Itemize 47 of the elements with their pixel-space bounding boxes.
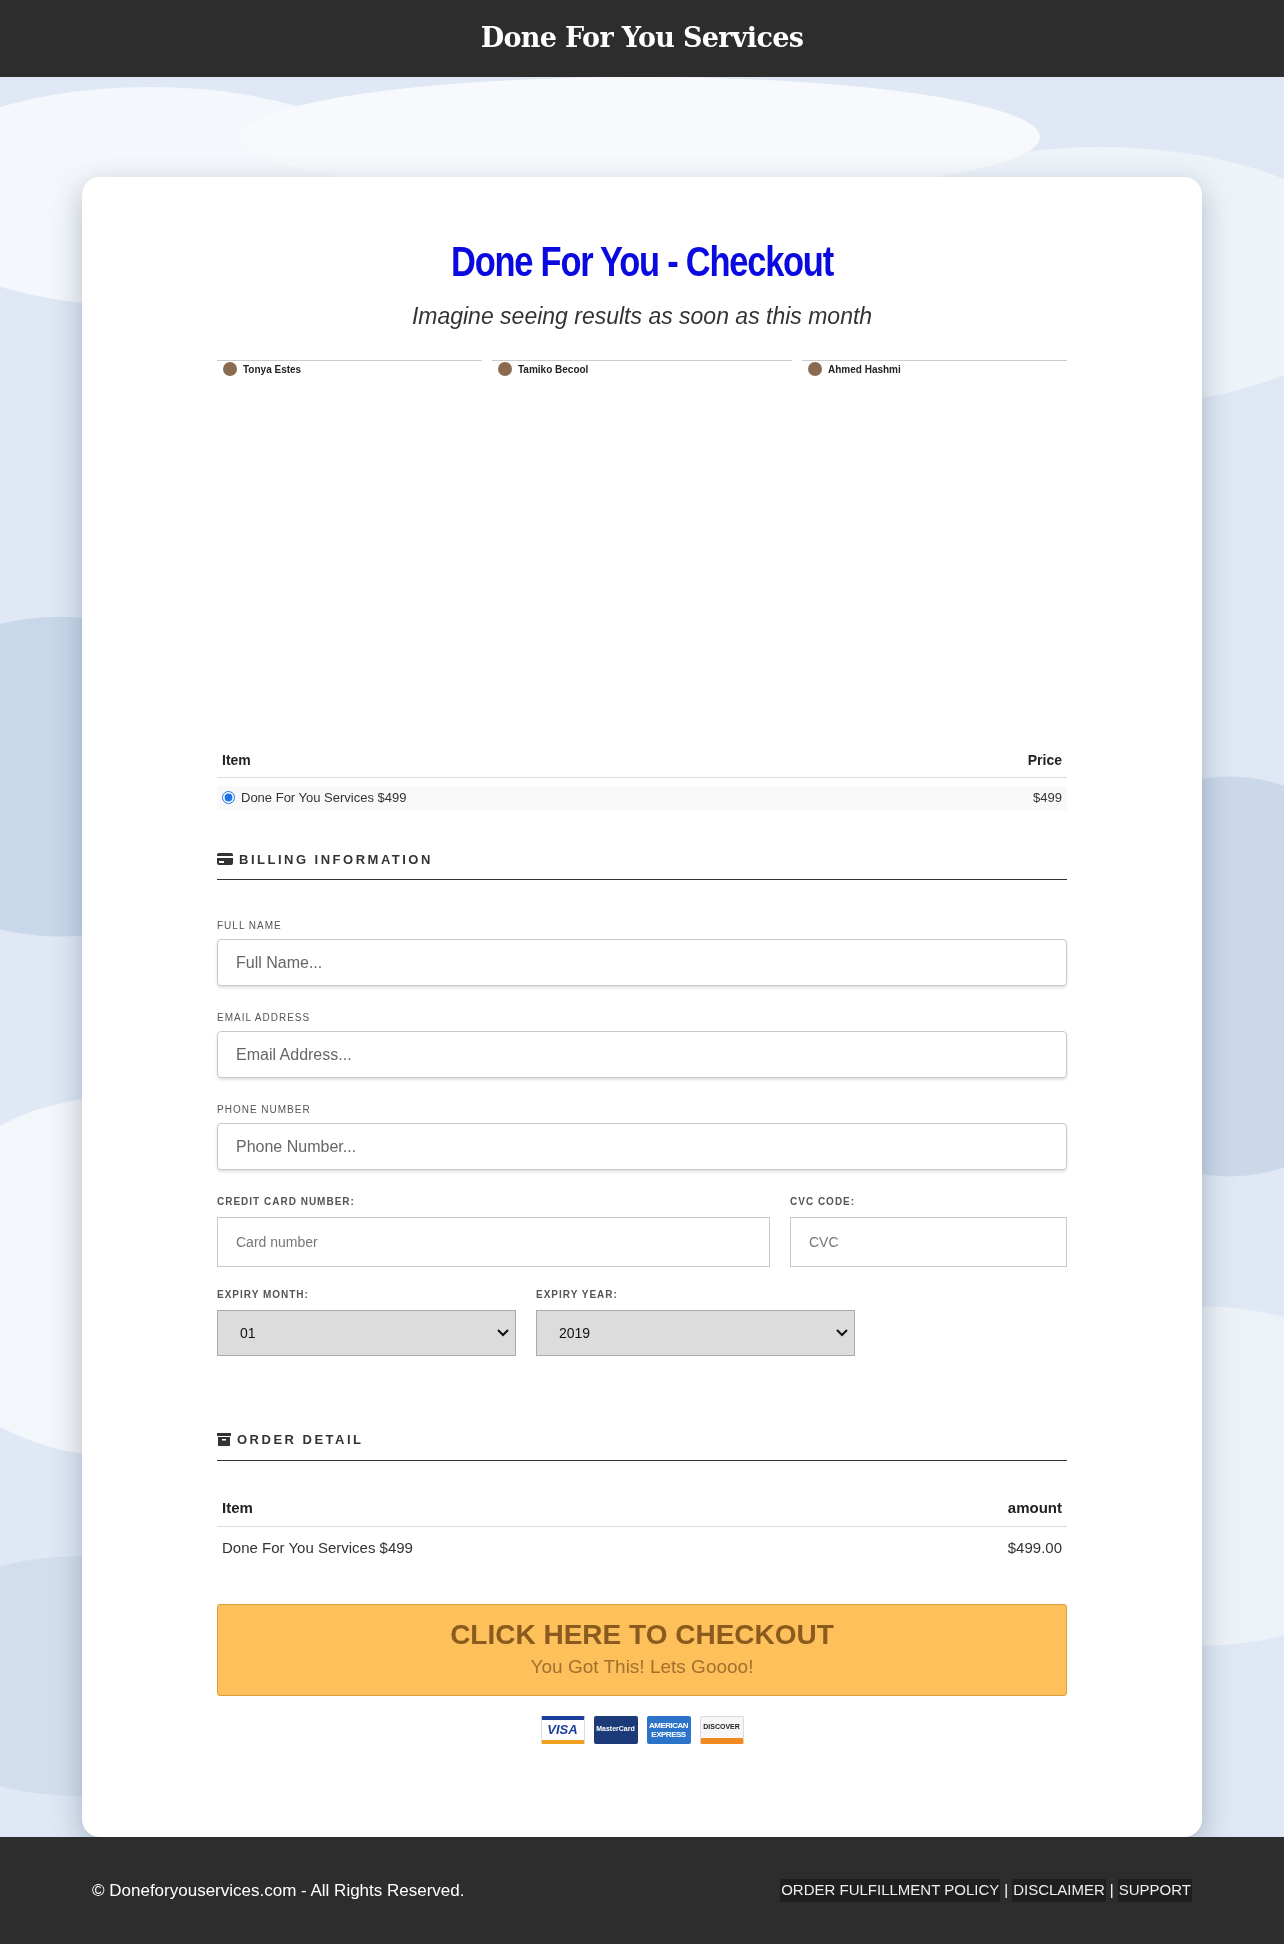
avatar-icon [223,362,237,376]
field-label: CVC CODE: [790,1195,857,1209]
copyright-text: © Doneforyouservices.com - All Rights Reserved. [92,1879,465,1902]
author-name: Ahmed Hashmi [828,362,901,377]
checkout-button[interactable]: CLICK HERE TO CHECKOUT You Got This! Lets Goooo! [217,1603,1067,1696]
product-label: Done For You Services $499 [241,788,407,807]
author-name: Tamiko Becool [518,362,589,377]
link-separator: | [1109,1880,1114,1901]
card-number-field[interactable]: Card number [217,1217,770,1267]
cvc-field[interactable]: CVC [790,1217,1067,1267]
field-label: EXPIRY MONTH: [217,1288,310,1302]
field-label: PHONE NUMBER [217,1103,312,1117]
chevron-down-icon [497,1329,509,1337]
card-logo: VISA [540,1715,585,1744]
table-cell-text: Done For You Services $499 [222,1538,413,1558]
table-cell-text: $499.00 [1007,1538,1062,1558]
footer-link[interactable]: ORDER FULFILLMENT POLICY [780,1879,1001,1902]
text-field[interactable]: Full Name... [217,939,1067,986]
avatar-icon [808,362,822,376]
product-radio[interactable] [222,791,235,804]
link-separator: | [1004,1880,1009,1901]
field-label: FULL NAME [217,919,283,933]
field-label: CREDIT CARD NUMBER: [217,1195,356,1209]
checkout-subtitle: Imagine seeing results as soon as this month [410,302,874,331]
column-header: amount [1007,1497,1062,1518]
section-heading: BILLING INFORMATION [239,850,433,869]
checkout-title: Done For You - Checkout [450,237,835,287]
column-header: Item [222,1497,253,1518]
text-field[interactable]: Phone Number... [217,1123,1067,1170]
footer-link[interactable]: SUPPORT [1117,1879,1192,1902]
avatar-icon [498,362,512,376]
column-header: Item [222,750,251,770]
product-price: $499 [1033,788,1062,807]
chevron-down-icon [836,1329,848,1337]
text-field[interactable]: Email Address... [217,1031,1067,1078]
year-select[interactable]: 2019 [536,1310,855,1356]
month-select[interactable]: 01 [217,1310,516,1356]
section-heading: ORDER DETAIL [237,1431,364,1449]
credit-card-icon [217,853,233,866]
site-title: Done For You Services [480,21,804,56]
field-label: EMAIL ADDRESS [217,1011,312,1025]
footer-link[interactable]: DISCLAIMER [1012,1879,1106,1902]
card-logo: AMERICAN EXPRESS [646,1715,691,1744]
author-name: Tonya Estes [243,362,302,377]
column-header: Price [1027,750,1062,770]
field-label: EXPIRY YEAR: [536,1288,619,1302]
archive-box-icon [217,1433,231,1447]
